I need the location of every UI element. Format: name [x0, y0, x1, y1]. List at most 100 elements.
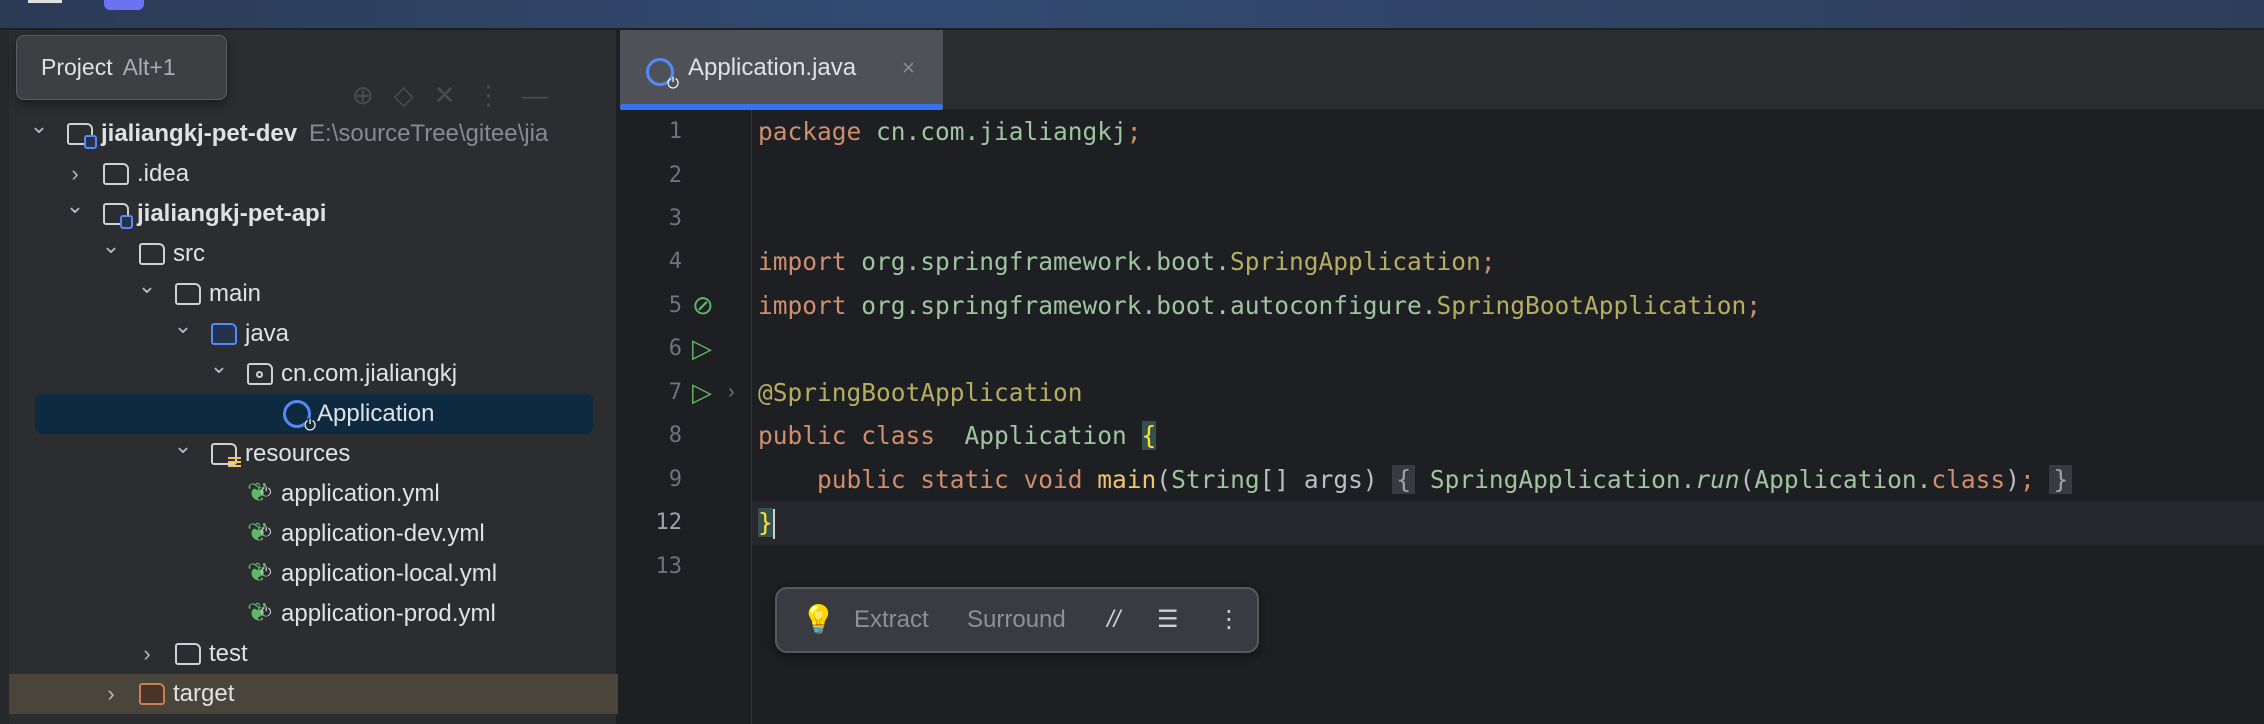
lightbulb-icon[interactable]: 💡: [801, 589, 836, 651]
tree-item[interactable]: ⌄ cn.com.jialiangkj: [9, 353, 618, 394]
tree-item[interactable]: ❦ application-local.yml: [9, 554, 618, 594]
editor-tabs: Application.java ×: [620, 30, 2264, 110]
tree-item-text: jialiangkj-pet-api: [137, 200, 327, 227]
line-number: 1: [668, 119, 682, 144]
close-tab-icon[interactable]: ×: [902, 30, 915, 106]
tree-item[interactable]: ❦ application.yml: [9, 474, 618, 514]
line-number: 7: [668, 380, 682, 405]
run-icon[interactable]: ▷: [692, 327, 722, 371]
spring-boot-class-icon: [283, 400, 316, 434]
folder-icon: [175, 283, 201, 305]
extract-button[interactable]: Extract: [854, 589, 929, 651]
tree-item[interactable]: ❦ application-prod.yml: [9, 594, 618, 634]
code-line-5: import org.springframework.boot.autoconf…: [758, 291, 1762, 320]
code-line-7: @SpringBootApplication: [758, 378, 1083, 407]
spring-config-icon: ❦: [247, 552, 273, 587]
line-number: 8: [668, 423, 682, 448]
main-menu-icon[interactable]: [28, 0, 62, 3]
tree-item[interactable]: Application: [35, 394, 593, 434]
resources-folder-icon: [211, 443, 241, 468]
chevron-down-icon[interactable]: ⌄: [173, 426, 193, 466]
title-bar: [0, 0, 2264, 30]
tree-item[interactable]: › .idea: [9, 154, 618, 194]
tree-item-text: test: [209, 640, 248, 667]
tree-item[interactable]: › test: [9, 634, 618, 674]
chevron-right-icon[interactable]: ›: [101, 674, 121, 714]
tree-item-text: application-prod.yml: [281, 600, 496, 627]
gutter: 1 2 3 4 5 6 7 8 9 12 13: [620, 110, 752, 724]
line-number: 4: [668, 249, 682, 274]
code-line-1: package cn.com.jialiangkj;: [758, 117, 1142, 146]
tree-item[interactable]: ⌄ java: [9, 313, 618, 354]
chevron-right-icon[interactable]: ›: [137, 634, 157, 674]
tooltip-label: Project: [41, 54, 113, 80]
tree-item-label: jialiangkj-pet-dev E:\sourceTree\gitee\ji…: [101, 114, 548, 154]
line-number: 2: [668, 162, 682, 188]
tree-item[interactable]: ⌄ main: [9, 273, 618, 314]
tree-item-label: resources: [245, 434, 350, 474]
tree-item-label: main: [209, 274, 261, 314]
tree-item-label: target: [173, 674, 234, 714]
spring-config-icon: ❦: [247, 592, 273, 627]
tree-item-label: test: [209, 634, 248, 674]
code-editor[interactable]: 1 2 3 4 5 6 7 8 9 12 13 ⊘ ▷ ▷ › package cn.com.jia…: [620, 110, 2264, 724]
text-caret: [772, 509, 775, 539]
spring-bean-icon[interactable]: ⊘: [692, 284, 722, 328]
current-line-highlight: [620, 501, 2264, 545]
reformat-icon[interactable]: ☰: [1157, 589, 1179, 651]
tree-item[interactable]: ⌄ resources: [9, 433, 618, 474]
tree-item-text: application-dev.yml: [281, 520, 485, 547]
chevron-down-icon[interactable]: ⌄: [137, 266, 157, 306]
tree-item-label: Application: [317, 394, 434, 434]
code-line-9: public static void main(String[] args) {…: [758, 458, 2073, 502]
surround-button[interactable]: Surround: [967, 589, 1066, 651]
tab-label: Application.java: [688, 54, 857, 81]
tree-item-text: jialiangkj-pet-dev: [101, 120, 298, 147]
tab-application-java[interactable]: Application.java ×: [620, 30, 943, 110]
tree-item-label: application-prod.yml: [281, 594, 496, 634]
tree-item-text: Application: [317, 400, 435, 427]
tree-item[interactable]: ❦ application-dev.yml: [9, 514, 618, 554]
tree-item-text: src: [173, 240, 205, 267]
folded-region[interactable]: {: [1392, 465, 1416, 494]
project-logo-icon[interactable]: [104, 0, 144, 10]
tree-item-text: main: [209, 280, 262, 307]
panel-header-icons[interactable]: ⊕◇✕⋮—: [352, 80, 568, 111]
tree-item[interactable]: ⌄ src: [9, 233, 618, 274]
tree-item-text: cn.com.jialiangkj: [281, 360, 458, 387]
project-panel: ⊕◇✕⋮— ⌄ jialiangkj-pet-dev E:\sourceTree\g…: [0, 30, 618, 724]
folded-region[interactable]: }: [2049, 465, 2073, 494]
tree-item-text: application-local.yml: [281, 560, 498, 587]
tree-item-text: target: [173, 680, 235, 707]
folder-icon: [139, 243, 165, 265]
more-options-icon[interactable]: ⋮: [1217, 589, 1241, 651]
chevron-right-icon[interactable]: ›: [728, 371, 758, 415]
tree-item-label: .idea: [137, 154, 189, 194]
tree-item[interactable]: ⌄ jialiangkj-pet-dev E:\sourceTree\gitee\j…: [9, 113, 618, 154]
source-folder-icon: [211, 323, 237, 345]
tree-item-text: resources: [245, 440, 351, 467]
folder-icon: [103, 163, 129, 185]
chevron-down-icon[interactable]: ⌄: [173, 306, 193, 346]
chevron-down-icon[interactable]: ⌄: [29, 106, 49, 146]
tree-item-text: .idea: [137, 160, 190, 187]
run-icon[interactable]: ▷: [692, 371, 722, 415]
module-folder-icon: [103, 203, 133, 229]
chevron-down-icon[interactable]: ⌄: [65, 186, 85, 226]
chevron-down-icon[interactable]: ⌄: [209, 346, 229, 386]
line-number: 12: [655, 510, 683, 535]
tree-item-label: application-local.yml: [281, 554, 497, 594]
code-line-4: import org.springframework.boot.SpringAp…: [758, 247, 1496, 276]
tree-item-text: java: [245, 320, 290, 347]
folder-icon: [175, 643, 201, 665]
tree-item-label: src: [173, 234, 205, 274]
project-path: E:\sourceTree\gitee\jia: [309, 120, 549, 147]
comment-button[interactable]: //: [1107, 589, 1120, 651]
line-number: 5: [668, 293, 682, 318]
tree-item[interactable]: › target: [9, 674, 618, 714]
tree-item-label: java: [245, 314, 289, 354]
line-number: 3: [668, 206, 682, 231]
tooltip-shortcut: Alt+1: [122, 54, 176, 80]
chevron-down-icon[interactable]: ⌄: [101, 226, 121, 266]
editor-area: Application.java × 1234567891213 ⊘ ▷ ▷ ›…: [620, 30, 2264, 724]
